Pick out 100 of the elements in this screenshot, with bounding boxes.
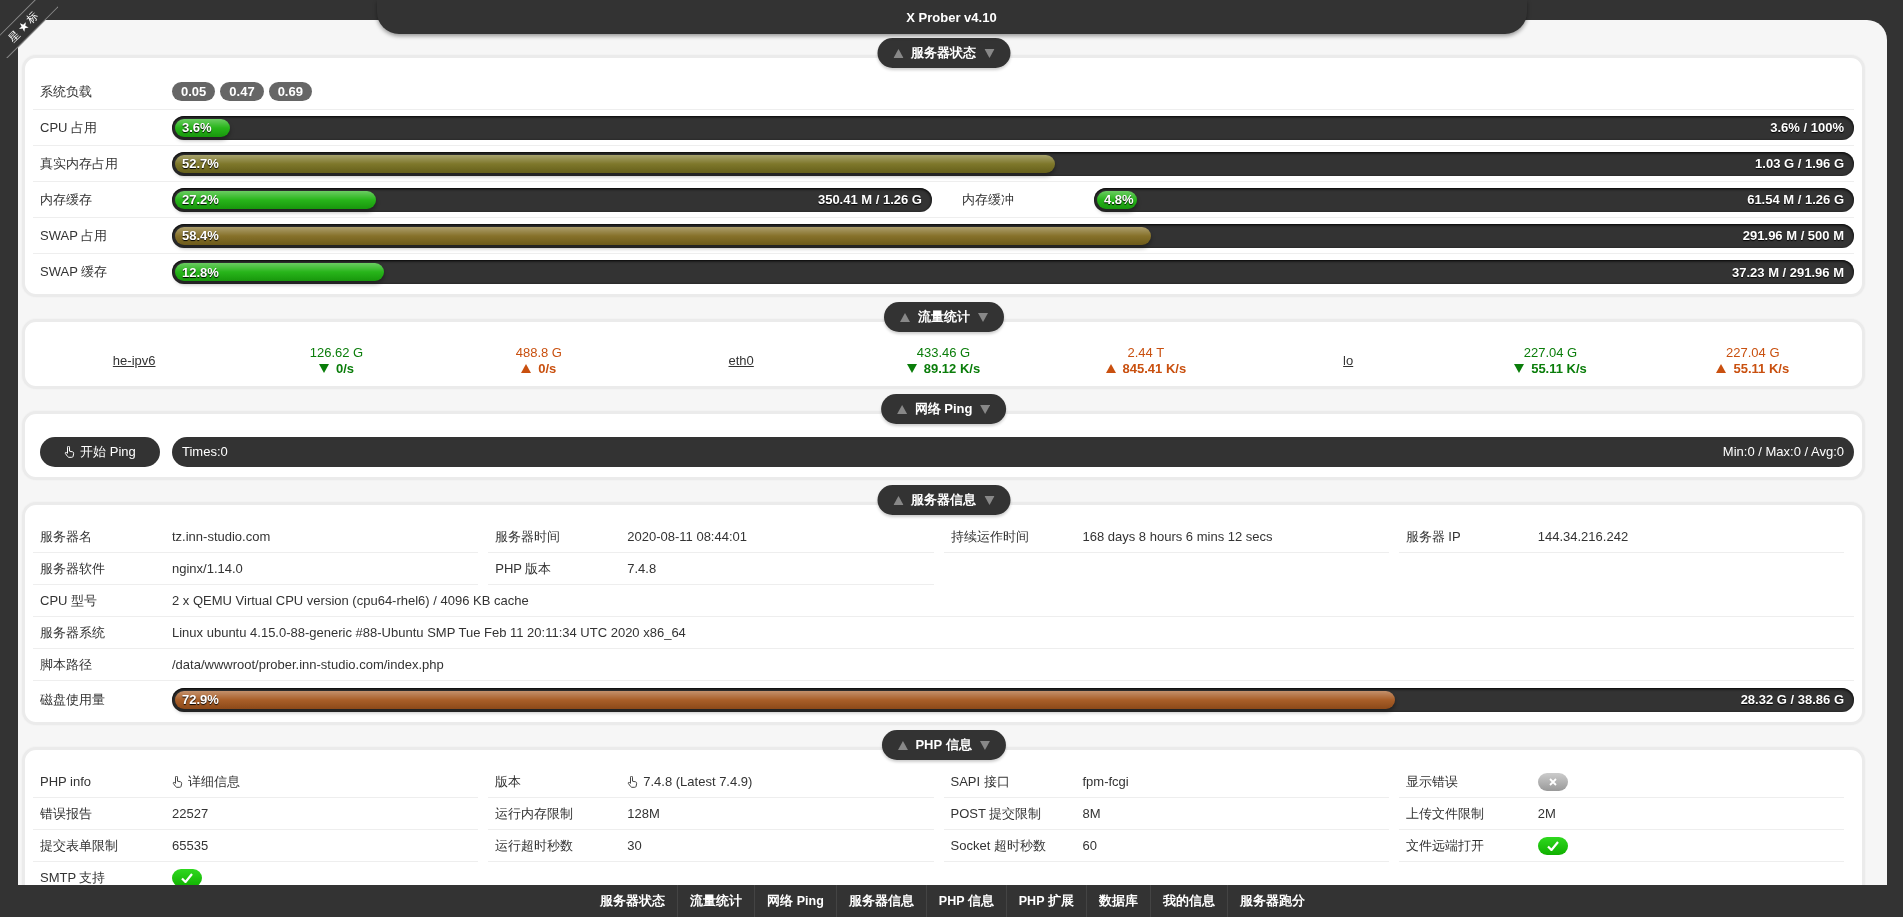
load-value: 0.69 bbox=[268, 82, 312, 101]
field-label: 服务器系统 bbox=[40, 623, 106, 642]
section-toggle[interactable]: PHP 信息 bbox=[881, 730, 1006, 760]
field-value: 60 bbox=[1082, 838, 1097, 853]
field-value: 2M bbox=[1537, 806, 1556, 821]
usage-reading: 350.41 M / 1.26 G bbox=[817, 192, 922, 207]
field-label: SMTP 支持 bbox=[40, 868, 107, 885]
load-value: 0.05 bbox=[172, 82, 216, 101]
field-label: 脚本路径 bbox=[40, 655, 93, 674]
down-arrow-icon[interactable] bbox=[984, 48, 994, 58]
field-label: 错误报告 bbox=[40, 804, 93, 823]
field-value: 7.4.8 bbox=[627, 561, 657, 576]
check-icon bbox=[181, 872, 193, 883]
field-value: 128M bbox=[627, 806, 660, 821]
upload-total: 227.04 G bbox=[1726, 344, 1780, 360]
pointer-hand-icon bbox=[627, 775, 639, 788]
field-label: 运行内存限制 bbox=[495, 804, 575, 823]
field-label: SWAP 占用 bbox=[40, 226, 109, 245]
field-label: 提交表单限制 bbox=[40, 836, 119, 855]
field-label: CPU 占用 bbox=[40, 118, 99, 137]
section-toggle[interactable]: 服务器状态 bbox=[877, 38, 1010, 68]
nav-link[interactable]: 流量统计 bbox=[677, 885, 755, 917]
down-arrow-icon[interactable] bbox=[980, 404, 991, 414]
field-value: 65535 bbox=[172, 838, 209, 853]
field-label: 服务器软件 bbox=[40, 559, 106, 578]
field-label: 内存缓冲 bbox=[962, 190, 1015, 209]
down-triangle-icon bbox=[318, 363, 329, 373]
upload-total: 488.8 G bbox=[515, 344, 562, 360]
field-label: PHP info bbox=[40, 774, 93, 789]
field-label: 内存缓存 bbox=[40, 190, 93, 209]
field-label: SAPI 接口 bbox=[950, 772, 1011, 791]
nav-link[interactable]: 我的信息 bbox=[1149, 885, 1227, 917]
section-toggle[interactable]: 流量统计 bbox=[883, 302, 1004, 332]
down-arrow-icon[interactable] bbox=[984, 495, 994, 505]
download-rate: 89.12 K/s bbox=[906, 360, 981, 376]
up-arrow-icon[interactable] bbox=[896, 404, 907, 414]
nav-link[interactable]: 网络 Ping bbox=[754, 885, 836, 917]
nav-link[interactable]: 服务器信息 bbox=[835, 885, 926, 917]
field-value: nginx/1.14.0 bbox=[172, 561, 243, 576]
field-value: 2 x QEMU Virtual CPU version (cpu64-rhel6) / 4096 KB cache bbox=[172, 593, 529, 608]
start-ping-button[interactable]: 开始 Ping bbox=[40, 436, 160, 467]
percent-text: 4.8% bbox=[1104, 192, 1134, 207]
field-value: 144.34.216.242 bbox=[1537, 529, 1629, 544]
field-label: POST 提交限制 bbox=[950, 804, 1043, 823]
usage-reading: 1.03 G / 1.96 G bbox=[1755, 156, 1844, 171]
field-label: SWAP 缓存 bbox=[40, 263, 109, 281]
up-triangle-icon bbox=[1105, 363, 1116, 373]
field-label: 真实内存占用 bbox=[40, 154, 119, 173]
field-label: 上传文件限制 bbox=[1405, 804, 1485, 823]
down-triangle-icon bbox=[1514, 363, 1525, 373]
percent-text: 27.2% bbox=[182, 192, 219, 207]
usage-reading: 3.6% / 100% bbox=[1770, 120, 1844, 135]
nav-link[interactable]: 服务器状态 bbox=[588, 885, 678, 917]
up-arrow-icon[interactable] bbox=[897, 740, 908, 750]
upload-rate: 845.41 K/s bbox=[1105, 360, 1187, 376]
detail-link[interactable]: 7.4.8 (Latest 7.4.9) bbox=[627, 774, 753, 789]
field-label: 版本 bbox=[495, 772, 523, 791]
usage-reading: 61.54 M / 1.26 G bbox=[1747, 192, 1844, 207]
field-label: PHP 版本 bbox=[495, 559, 553, 578]
pointer-hand-icon bbox=[64, 445, 76, 458]
load-value: 0.47 bbox=[220, 82, 264, 101]
upload-rate: 55.11 K/s bbox=[1716, 360, 1790, 376]
check-icon bbox=[1546, 840, 1559, 851]
field-value: /data/wwwroot/prober.inn-studio.com/index.php bbox=[172, 657, 444, 672]
up-arrow-icon[interactable] bbox=[899, 312, 910, 322]
nav-link[interactable]: PHP 信息 bbox=[925, 885, 1006, 917]
field-value: 22527 bbox=[172, 806, 209, 821]
field-label: 显示错误 bbox=[1405, 772, 1459, 791]
usage-reading: 28.32 G / 38.86 G bbox=[1740, 692, 1844, 707]
percent-text: 58.4% bbox=[182, 228, 219, 243]
interface-link[interactable]: he-ipv6 bbox=[112, 352, 156, 368]
percent-text: 72.9% bbox=[182, 692, 219, 707]
download-total: 433.46 G bbox=[916, 344, 971, 360]
nav-link[interactable]: 服务器跑分 bbox=[1226, 885, 1317, 917]
app-title: X Prober v4.10 bbox=[376, 0, 1527, 34]
up-arrow-icon[interactable] bbox=[893, 495, 903, 505]
section-toggle[interactable]: 网络 Ping bbox=[880, 394, 1007, 424]
interface-link[interactable]: eth0 bbox=[728, 352, 754, 368]
field-label: 文件远端打开 bbox=[1405, 836, 1485, 855]
field-value: 2020-08-11 08:44:01 bbox=[627, 529, 747, 544]
down-arrow-icon[interactable] bbox=[979, 740, 990, 750]
percent-text: 52.7% bbox=[182, 156, 219, 171]
field-value: 8M bbox=[1082, 806, 1101, 821]
interface-link[interactable]: lo bbox=[1343, 352, 1354, 368]
usage-reading: 37.23 M / 291.96 M bbox=[1732, 264, 1844, 280]
nav-link[interactable]: PHP 扩展 bbox=[1005, 885, 1086, 917]
up-triangle-icon bbox=[1716, 363, 1727, 373]
field-label: 服务器名 bbox=[40, 527, 93, 546]
nav-link[interactable]: 数据库 bbox=[1085, 885, 1150, 917]
up-arrow-icon[interactable] bbox=[893, 48, 903, 58]
detail-link[interactable]: 详细信息 bbox=[172, 772, 240, 791]
ping-times: Times:0 bbox=[182, 444, 228, 459]
download-rate: 55.11 K/s bbox=[1514, 360, 1587, 376]
field-value: fpm-fcgi bbox=[1082, 774, 1129, 789]
field-label: CPU 型号 bbox=[40, 591, 99, 610]
down-arrow-icon[interactable] bbox=[977, 312, 988, 322]
usage-reading: 291.96 M / 500 M bbox=[1742, 228, 1844, 243]
field-value: 168 days 8 hours 6 mins 12 secs bbox=[1082, 529, 1273, 544]
field-label: 系统负载 bbox=[40, 82, 93, 101]
section-toggle[interactable]: 服务器信息 bbox=[877, 485, 1010, 515]
